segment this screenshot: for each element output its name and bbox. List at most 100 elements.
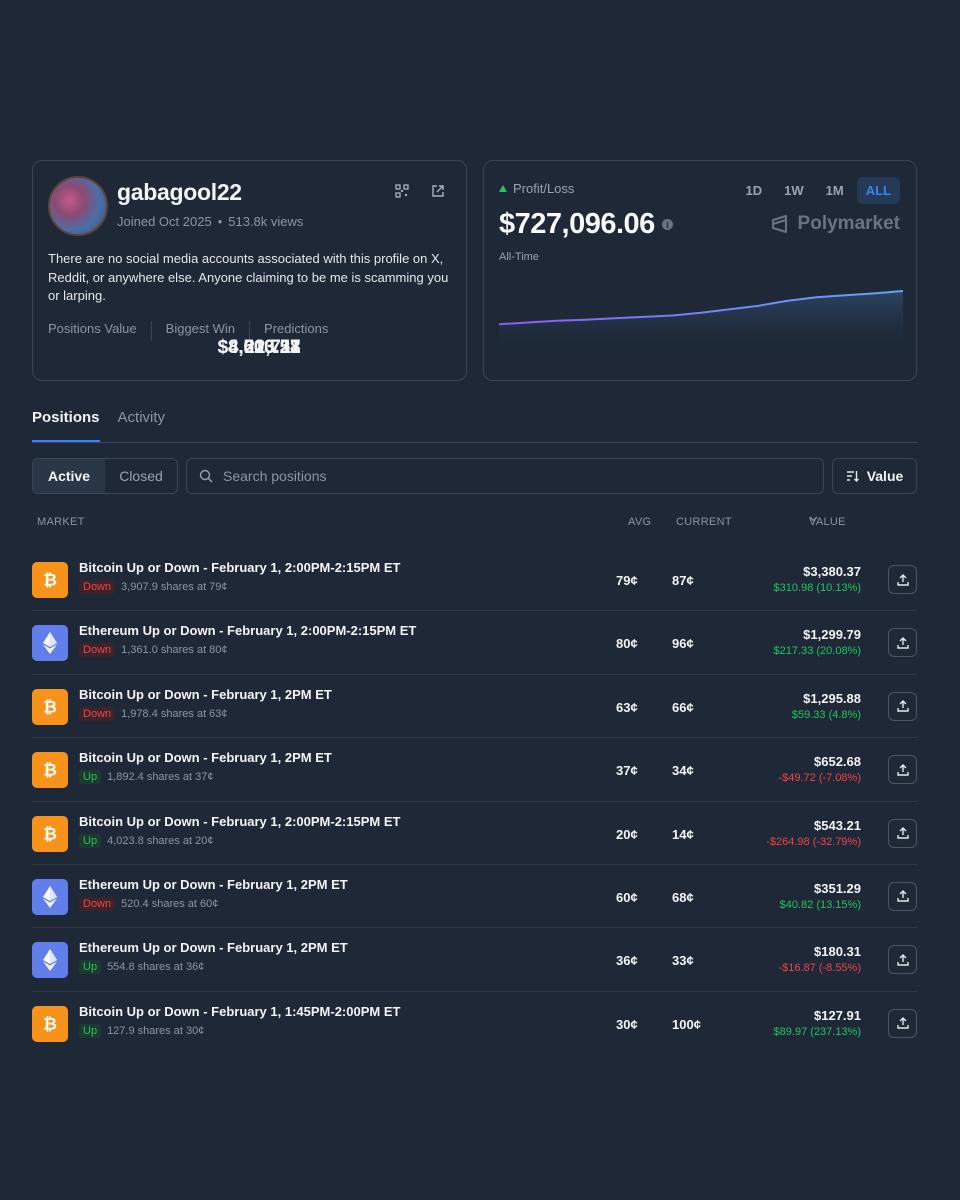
sort-label: Value <box>866 468 904 484</box>
value-amount: $127.91 <box>814 1007 861 1023</box>
range-all[interactable]: ALL <box>856 177 900 204</box>
value-pnl: $40.82 (13.15%) <box>779 898 861 911</box>
position-row[interactable]: ₿ Bitcoin Up or Down - February 1, 2:00P… <box>32 802 917 865</box>
svg-text:₿: ₿ <box>43 571 57 590</box>
side-badge: Down <box>79 643 116 658</box>
avg-price: 36¢ <box>616 953 638 969</box>
share-button[interactable] <box>888 1008 917 1038</box>
avatar[interactable] <box>48 176 108 236</box>
position-row[interactable]: ₿ Bitcoin Up or Down - February 1, 2:00P… <box>32 548 917 612</box>
current-price: 68¢ <box>672 889 694 905</box>
position-value: $652.68 -$49.72 (-7.08%) <box>778 754 861 784</box>
stat-predictions: Predictions 22,711 <box>244 321 342 358</box>
qr-icon[interactable] <box>394 183 410 199</box>
search-box[interactable] <box>186 458 824 494</box>
market-title: Bitcoin Up or Down - February 1, 2:00PM-… <box>79 813 401 829</box>
share-icon <box>896 763 909 776</box>
share-icon <box>896 953 909 966</box>
brand-name: Polymarket <box>797 213 900 234</box>
avg-price: 30¢ <box>616 1016 638 1032</box>
share-button[interactable] <box>888 565 917 594</box>
shares-text: 127.9 shares at 30¢ <box>107 1024 205 1037</box>
current-price: 87¢ <box>672 573 694 588</box>
value-amount: $3,380.37 <box>803 564 861 579</box>
current-price: 100¢ <box>672 1016 701 1032</box>
profile-stats: Positions Value $8,010.58 Biggest Win $4… <box>48 321 356 358</box>
share-icon <box>896 1017 909 1029</box>
svg-text:₿: ₿ <box>43 1014 57 1033</box>
position-row[interactable]: Ethereum Up or Down - February 1, 2:00PM… <box>32 611 917 675</box>
shares-text: 1,892.4 shares at 37¢ <box>107 771 214 784</box>
share-button[interactable] <box>888 945 917 975</box>
position-row[interactable]: Ethereum Up or Down - February 1, 2PM ET… <box>32 865 917 929</box>
tab-positions[interactable]: Positions <box>32 409 100 442</box>
share-button[interactable] <box>888 755 917 785</box>
position-value: $351.29 $40.82 (13.15%) <box>780 881 861 911</box>
value-amount: $1,299.79 <box>803 627 861 643</box>
filter-bar: Active Closed Value <box>32 458 917 494</box>
col-value-label: VALUE <box>809 516 846 528</box>
value-pnl: $59.33 (4.8%) <box>791 708 861 721</box>
stat-label: Positions Value <box>48 321 137 336</box>
position-value: $127.91 $89.97 (237.13%) <box>774 1008 861 1038</box>
separator-dot: • <box>217 214 223 229</box>
col-value[interactable]: VALUE <box>809 516 845 528</box>
stat-positions-value: Positions Value $8,010.58 <box>48 321 301 358</box>
stat-label: Predictions <box>264 321 329 336</box>
bitcoin-icon: ₿ <box>32 815 68 852</box>
range-1w[interactable]: 1W <box>775 177 813 204</box>
ethereum-icon <box>32 878 68 915</box>
position-row[interactable]: Ethereum Up or Down - February 1, 2PM ET… <box>32 928 917 992</box>
search-icon <box>199 469 213 483</box>
trend-up-icon <box>499 185 507 192</box>
col-market: MARKET <box>37 516 85 528</box>
position-details: Down 1,361.0 shares at 80¢ <box>79 643 228 658</box>
col-current: CURRENT <box>676 516 732 528</box>
position-value: $1,295.88 $59.33 (4.8%) <box>792 691 861 721</box>
pnl-chart <box>499 290 903 356</box>
position-value: $543.21 -$264.98 (-32.79%) <box>766 818 861 848</box>
filter-closed[interactable]: Closed <box>105 459 177 493</box>
table-header: MARKET AVG CURRENT VALUE <box>32 516 917 530</box>
avg-price: 60¢ <box>616 889 638 905</box>
range-1d[interactable]: 1D <box>737 177 772 204</box>
avg-price: 79¢ <box>616 573 638 588</box>
external-link-icon[interactable] <box>430 183 446 199</box>
value-pnl: -$16.87 (-8.55%) <box>778 962 861 975</box>
share-icon <box>896 573 909 586</box>
share-button[interactable] <box>888 691 917 721</box>
market-title: Bitcoin Up or Down - February 1, 1:45PM-… <box>79 1003 401 1019</box>
svg-text:₿: ₿ <box>43 697 57 716</box>
username: gabagool22 <box>117 179 242 205</box>
shares-text: 1,361.0 shares at 80¢ <box>121 644 228 657</box>
position-row[interactable]: ₿ Bitcoin Up or Down - February 1, 2PM E… <box>32 738 917 802</box>
search-input[interactable] <box>223 468 811 484</box>
position-details: Down 3,907.9 shares at 79¢ <box>79 580 228 594</box>
share-icon <box>896 827 909 839</box>
value-amount: $543.21 <box>814 817 861 833</box>
sort-button[interactable]: Value <box>832 458 917 494</box>
info-icon[interactable]: i <box>661 219 673 230</box>
share-button[interactable] <box>888 818 917 848</box>
tab-activity[interactable]: Activity <box>118 409 166 442</box>
avg-price: 63¢ <box>616 699 638 715</box>
avg-price: 80¢ <box>616 636 638 652</box>
position-row[interactable]: ₿ Bitcoin Up or Down - February 1, 1:45P… <box>32 992 917 1055</box>
position-row[interactable]: ₿ Bitcoin Up or Down - February 1, 2PM E… <box>32 675 917 739</box>
side-badge: Up <box>79 833 102 848</box>
position-value: $1,299.79 $217.33 (20.08%) <box>774 627 861 657</box>
bitcoin-icon: ₿ <box>32 688 68 725</box>
share-button[interactable] <box>888 628 917 658</box>
share-button[interactable] <box>888 881 917 911</box>
tab-bar: Positions Activity <box>32 409 917 443</box>
filter-active[interactable]: Active <box>33 459 105 493</box>
side-badge: Down <box>79 706 116 721</box>
profile-bio: There are no social media accounts assoc… <box>48 251 449 303</box>
view-count: 513.8k views <box>228 214 304 229</box>
value-amount: $351.29 <box>814 880 861 896</box>
current-price: 34¢ <box>672 763 694 779</box>
range-1m[interactable]: 1M <box>817 177 853 204</box>
side-badge: Up <box>79 960 102 975</box>
side-badge: Up <box>79 770 102 785</box>
ethereum-icon <box>32 942 68 979</box>
